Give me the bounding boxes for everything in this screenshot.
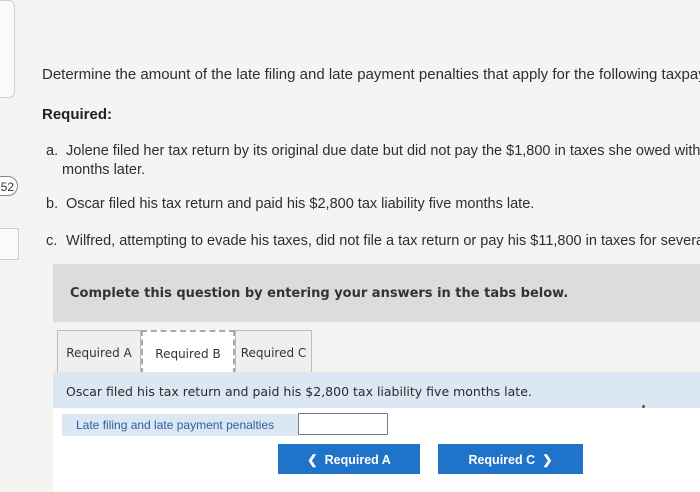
tab-required-b[interactable]: Required B	[141, 330, 235, 374]
chevron-left-icon: ❮	[307, 453, 318, 467]
item-b: b. Oscar filed his tax return and paid h…	[46, 196, 534, 212]
question-number-badge: 52	[0, 176, 18, 196]
instruction-text: Complete this question by entering your …	[70, 286, 569, 301]
answer-row-label: Late filing and late payment penalties	[76, 418, 275, 432]
item-b-label: b.	[46, 196, 59, 212]
item-c: c. Wilfred, attempting to evade his taxe…	[46, 233, 700, 249]
next-button-label: Required C	[468, 453, 536, 467]
tab-prompt: Oscar filed his tax return and paid his …	[66, 384, 532, 399]
tab-required-a[interactable]: Required A	[57, 330, 141, 374]
item-a: a. Jolene filed her tax return by its or…	[46, 143, 700, 159]
chevron-right-icon: ❯	[542, 453, 553, 467]
penalties-input[interactable]	[298, 413, 388, 435]
tab-required-c[interactable]: Required C	[235, 330, 312, 374]
dot-marker	[642, 405, 645, 408]
prev-required-a-button[interactable]: ❮ Required A	[278, 444, 420, 474]
item-a-label: a.	[46, 143, 59, 159]
item-c-label: c.	[46, 233, 58, 249]
item-b-text: Oscar filed his tax return and paid his …	[66, 196, 535, 212]
item-c-text: Wilfred, attempting to evade his taxes, …	[66, 233, 700, 249]
left-gutter-box	[0, 0, 15, 98]
next-required-c-button[interactable]: Required C ❯	[438, 444, 583, 474]
item-a-text: Jolene filed her tax return by its origi…	[66, 143, 700, 159]
question-intro: Determine the amount of the late filing …	[42, 66, 700, 83]
prev-button-label: Required A	[324, 453, 391, 467]
required-heading: Required:	[42, 106, 113, 123]
item-a-text-line2: months later.	[62, 162, 146, 178]
left-gutter-box-lower	[0, 228, 19, 260]
